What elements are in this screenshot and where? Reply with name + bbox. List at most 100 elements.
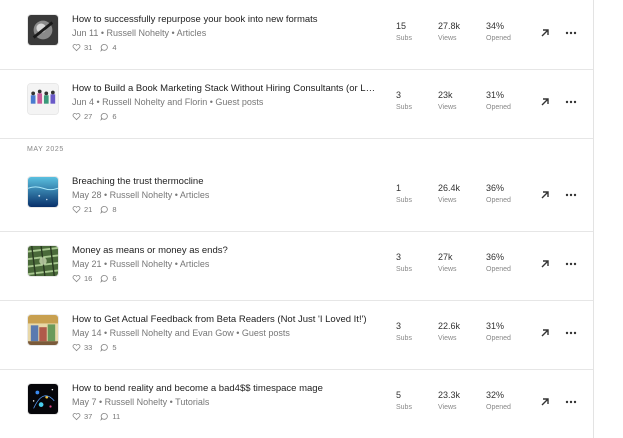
post-title[interactable]: How to Get Actual Feedback from Beta Rea… [72, 314, 378, 325]
like-count: 33 [84, 343, 93, 352]
more-horizontal-icon[interactable] [564, 395, 578, 409]
comment-icon [100, 274, 109, 283]
post-engagement: 33 5 [72, 343, 125, 352]
views-label: Views [438, 335, 457, 342]
more-horizontal-icon[interactable] [564, 257, 578, 271]
heart-icon [72, 413, 81, 421]
heart-icon [72, 206, 81, 214]
post-engagement: 16 6 [72, 274, 125, 283]
opened-value: 34% [486, 21, 505, 31]
post-row[interactable]: Money as means or money as ends? May 21 … [0, 231, 593, 301]
post-meta: May 7 • Russell Nohelty • Tutorials [72, 397, 210, 407]
post-title[interactable]: How to bend reality and become a bad4$$ … [72, 383, 378, 394]
subs-value: 5 [396, 390, 402, 400]
comment-count: 11 [112, 412, 121, 421]
opened-value: 31% [486, 321, 505, 331]
views-stat: 22.6k Views [438, 321, 460, 342]
post-engagement: 31 4 [72, 43, 125, 52]
subs-label: Subs [396, 35, 412, 42]
post-engagement: 37 11 [72, 412, 128, 421]
comment-count: 4 [112, 43, 117, 52]
opened-value: 36% [486, 183, 505, 193]
opened-label: Opened [486, 104, 511, 111]
opened-stat: 31% Opened [486, 321, 511, 342]
post-row[interactable]: Breaching the trust thermocline May 28 •… [0, 162, 593, 232]
comment-count: 6 [112, 274, 117, 283]
arrow-up-right-icon[interactable] [538, 326, 552, 340]
post-meta: May 14 • Russell Nohelty and Evan Gow • … [72, 328, 290, 338]
subs-stat: 5 Subs [396, 390, 412, 411]
like-count: 27 [84, 112, 93, 121]
ocean-thumbnail[interactable] [27, 176, 59, 208]
post-row[interactable]: How to Get Actual Feedback from Beta Rea… [0, 300, 593, 370]
beta-readers-thumbnail[interactable] [27, 314, 59, 346]
subs-stat: 15 Subs [396, 21, 412, 42]
heart-icon [72, 275, 81, 283]
post-engagement: 27 6 [72, 112, 125, 121]
views-label: Views [438, 35, 457, 42]
money-thumbnail[interactable] [27, 245, 59, 277]
views-label: Views [438, 197, 457, 204]
subs-label: Subs [396, 197, 412, 204]
arrow-up-right-icon[interactable] [538, 95, 552, 109]
views-stat: 27k Views [438, 252, 457, 273]
opened-label: Opened [486, 404, 511, 411]
subs-value: 15 [396, 21, 407, 31]
views-stat: 23k Views [438, 90, 457, 111]
post-row[interactable]: How to Build a Book Marketing Stack With… [0, 69, 593, 139]
heart-icon [72, 113, 81, 121]
arrow-up-right-icon[interactable] [538, 395, 552, 409]
post-row[interactable]: How to bend reality and become a bad4$$ … [0, 369, 593, 438]
arrow-up-right-icon[interactable] [538, 188, 552, 202]
subs-label: Subs [396, 335, 412, 342]
post-title[interactable]: How to Build a Book Marketing Stack With… [72, 83, 378, 94]
views-value: 23.3k [438, 390, 461, 400]
heart-icon [72, 44, 81, 52]
post-meta: Jun 4 • Russell Nohelty and Florin • Gue… [72, 97, 264, 107]
opened-label: Opened [486, 335, 511, 342]
subs-stat: 3 Subs [396, 321, 412, 342]
post-meta: Jun 11 • Russell Nohelty • Articles [72, 28, 207, 38]
like-count: 37 [84, 412, 93, 421]
timespace-thumbnail[interactable] [27, 383, 59, 415]
more-horizontal-icon[interactable] [564, 95, 578, 109]
subs-value: 3 [396, 252, 402, 262]
post-title[interactable]: Breaching the trust thermocline [72, 176, 378, 187]
opened-label: Opened [486, 197, 511, 204]
opened-stat: 36% Opened [486, 252, 511, 273]
views-label: Views [438, 266, 457, 273]
like-count: 16 [84, 274, 93, 283]
comment-icon [100, 205, 109, 214]
more-horizontal-icon[interactable] [564, 26, 578, 40]
subs-stat: 3 Subs [396, 252, 412, 273]
post-engagement: 21 8 [72, 205, 125, 214]
subs-label: Subs [396, 404, 412, 411]
views-value: 27.8k [438, 21, 461, 31]
more-horizontal-icon[interactable] [564, 326, 578, 340]
arrow-up-right-icon[interactable] [538, 257, 552, 271]
views-stat: 26.4k Views [438, 183, 460, 204]
views-value: 22.6k [438, 321, 461, 331]
post-row[interactable]: How to successfully repurpose your book … [0, 0, 593, 70]
opened-stat: 36% Opened [486, 183, 511, 204]
subs-label: Subs [396, 266, 412, 273]
views-value: 27k [438, 252, 453, 262]
month-section-label: MAY 2025 [27, 146, 64, 153]
opened-stat: 32% Opened [486, 390, 511, 411]
views-label: Views [438, 404, 457, 411]
posts-list: How to successfully repurpose your book … [0, 0, 594, 438]
subs-label: Subs [396, 104, 412, 111]
subs-value: 3 [396, 90, 402, 100]
views-value: 26.4k [438, 183, 461, 193]
like-count: 21 [84, 205, 93, 214]
subs-stat: 3 Subs [396, 90, 412, 111]
opened-stat: 31% Opened [486, 90, 511, 111]
arrow-up-right-icon[interactable] [538, 26, 552, 40]
subs-value: 1 [396, 183, 402, 193]
book-repurpose-thumbnail[interactable] [27, 14, 59, 46]
marketing-stack-thumbnail[interactable] [27, 83, 59, 115]
post-title[interactable]: How to successfully repurpose your book … [72, 14, 378, 25]
more-horizontal-icon[interactable] [564, 188, 578, 202]
post-title[interactable]: Money as means or money as ends? [72, 245, 378, 256]
views-stat: 27.8k Views [438, 21, 460, 42]
